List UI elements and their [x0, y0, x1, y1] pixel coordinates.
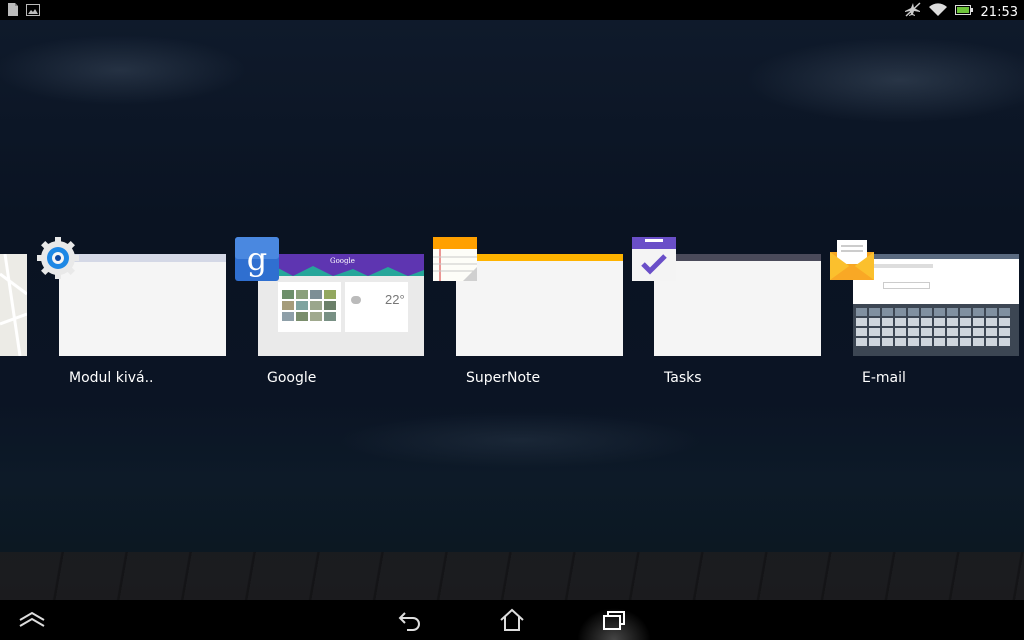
recent-app-label-supernote: SuperNote [466, 370, 541, 386]
recent-app-thumbnail-settings[interactable] [59, 254, 226, 356]
airplane-off-icon [904, 2, 921, 22]
google-header-text: Google [330, 257, 355, 265]
email-envelope-icon[interactable] [829, 236, 875, 282]
back-icon[interactable] [390, 606, 430, 634]
image-icon [26, 3, 40, 21]
wifi-icon [928, 2, 947, 22]
recent-app-thumbnail-supernote[interactable] [456, 254, 623, 356]
recent-app-thumbnail-email[interactable] [853, 254, 1019, 356]
weather-temperature: 22° [385, 292, 405, 307]
status-bar: 21:53 [0, 0, 1024, 20]
google-search-icon[interactable]: g [234, 236, 280, 282]
recent-app-label-tasks: Tasks [664, 370, 702, 386]
settings-gear-icon[interactable] [35, 235, 81, 281]
clock: 21:53 [980, 4, 1018, 20]
recent-app-label-google: Google [267, 370, 317, 386]
battery-icon [954, 3, 973, 21]
svg-text:g: g [247, 240, 267, 278]
map-app-thumbnail[interactable] [0, 254, 27, 356]
recent-apps-icon[interactable] [594, 606, 634, 634]
recent-app-label-settings: Modul kivá.. [69, 370, 154, 386]
recent-app-thumbnail-google[interactable]: Google 22° [258, 254, 424, 356]
recent-app-label-email: E-mail [862, 370, 906, 386]
tasks-checkbox-icon[interactable] [631, 236, 677, 282]
home-icon[interactable] [492, 606, 532, 634]
wooden-deck [0, 552, 1024, 600]
recent-app-thumbnail-tasks[interactable] [654, 254, 821, 356]
document-icon [8, 3, 18, 21]
hide-nav-icon[interactable] [12, 606, 52, 634]
supernote-notepad-icon[interactable] [432, 236, 478, 282]
